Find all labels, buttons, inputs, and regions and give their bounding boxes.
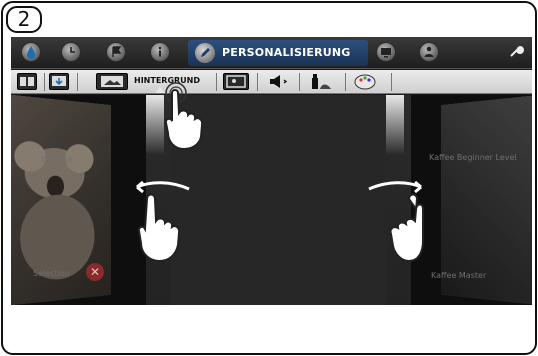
sub-toolbar: HINTERGRUND bbox=[11, 70, 532, 94]
water-drop-icon[interactable] bbox=[21, 42, 41, 62]
pencil-icon bbox=[195, 43, 215, 63]
device-screen: PERSONALISIERUNG HINTERGRUND Systime Sel… bbox=[11, 37, 532, 305]
instruction-frame: 2 PERSONALISIERUNG HINTERGRUND Systime S… bbox=[1, 1, 537, 355]
toolbar-divider bbox=[257, 73, 258, 91]
picture-frame-icon[interactable] bbox=[223, 73, 249, 90]
book-icon[interactable] bbox=[17, 73, 37, 90]
swipe-right-gesture-hand bbox=[361, 179, 424, 263]
speaker-icon[interactable] bbox=[267, 73, 293, 90]
ghost-label-left-bottom: Selection bbox=[33, 269, 70, 278]
close-icon[interactable]: ✕ bbox=[86, 263, 104, 281]
display-icon[interactable] bbox=[376, 42, 396, 62]
toolbar-divider bbox=[299, 73, 300, 91]
bottle-icon[interactable] bbox=[309, 73, 335, 90]
tab-personalisierung[interactable]: PERSONALISIERUNG bbox=[188, 40, 368, 66]
swipe-left-gesture-hand bbox=[131, 179, 191, 263]
toolbar-divider bbox=[77, 73, 78, 91]
ghost-label-right-bottom: Kaffee Master bbox=[431, 271, 487, 280]
background-carousel[interactable]: Systime Selection ✕ Kaffee Beginner Leve… bbox=[11, 94, 532, 305]
tap-gesture-hand bbox=[156, 79, 216, 151]
info-icon[interactable] bbox=[150, 42, 170, 62]
light-reflection bbox=[386, 95, 404, 155]
tab-label: PERSONALISIERUNG bbox=[222, 46, 351, 59]
toolbar-divider bbox=[391, 73, 392, 91]
ghost-label-left: Systime bbox=[41, 155, 74, 164]
image-icon[interactable] bbox=[96, 73, 128, 90]
ghost-label-right: Kaffee Beginner Level bbox=[429, 153, 517, 162]
screen-download-icon[interactable] bbox=[49, 73, 69, 90]
person-icon[interactable] bbox=[419, 42, 439, 62]
main-tab-bar: PERSONALISIERUNG bbox=[11, 37, 532, 69]
toolbar-divider bbox=[345, 73, 346, 91]
toolbar-divider bbox=[216, 73, 217, 91]
clock-icon[interactable] bbox=[61, 42, 81, 62]
step-number-badge: 2 bbox=[6, 6, 42, 33]
palette-icon[interactable] bbox=[353, 73, 377, 90]
wrench-icon[interactable] bbox=[508, 43, 524, 63]
toolbar-divider bbox=[44, 73, 45, 91]
flag-icon[interactable] bbox=[106, 42, 126, 62]
